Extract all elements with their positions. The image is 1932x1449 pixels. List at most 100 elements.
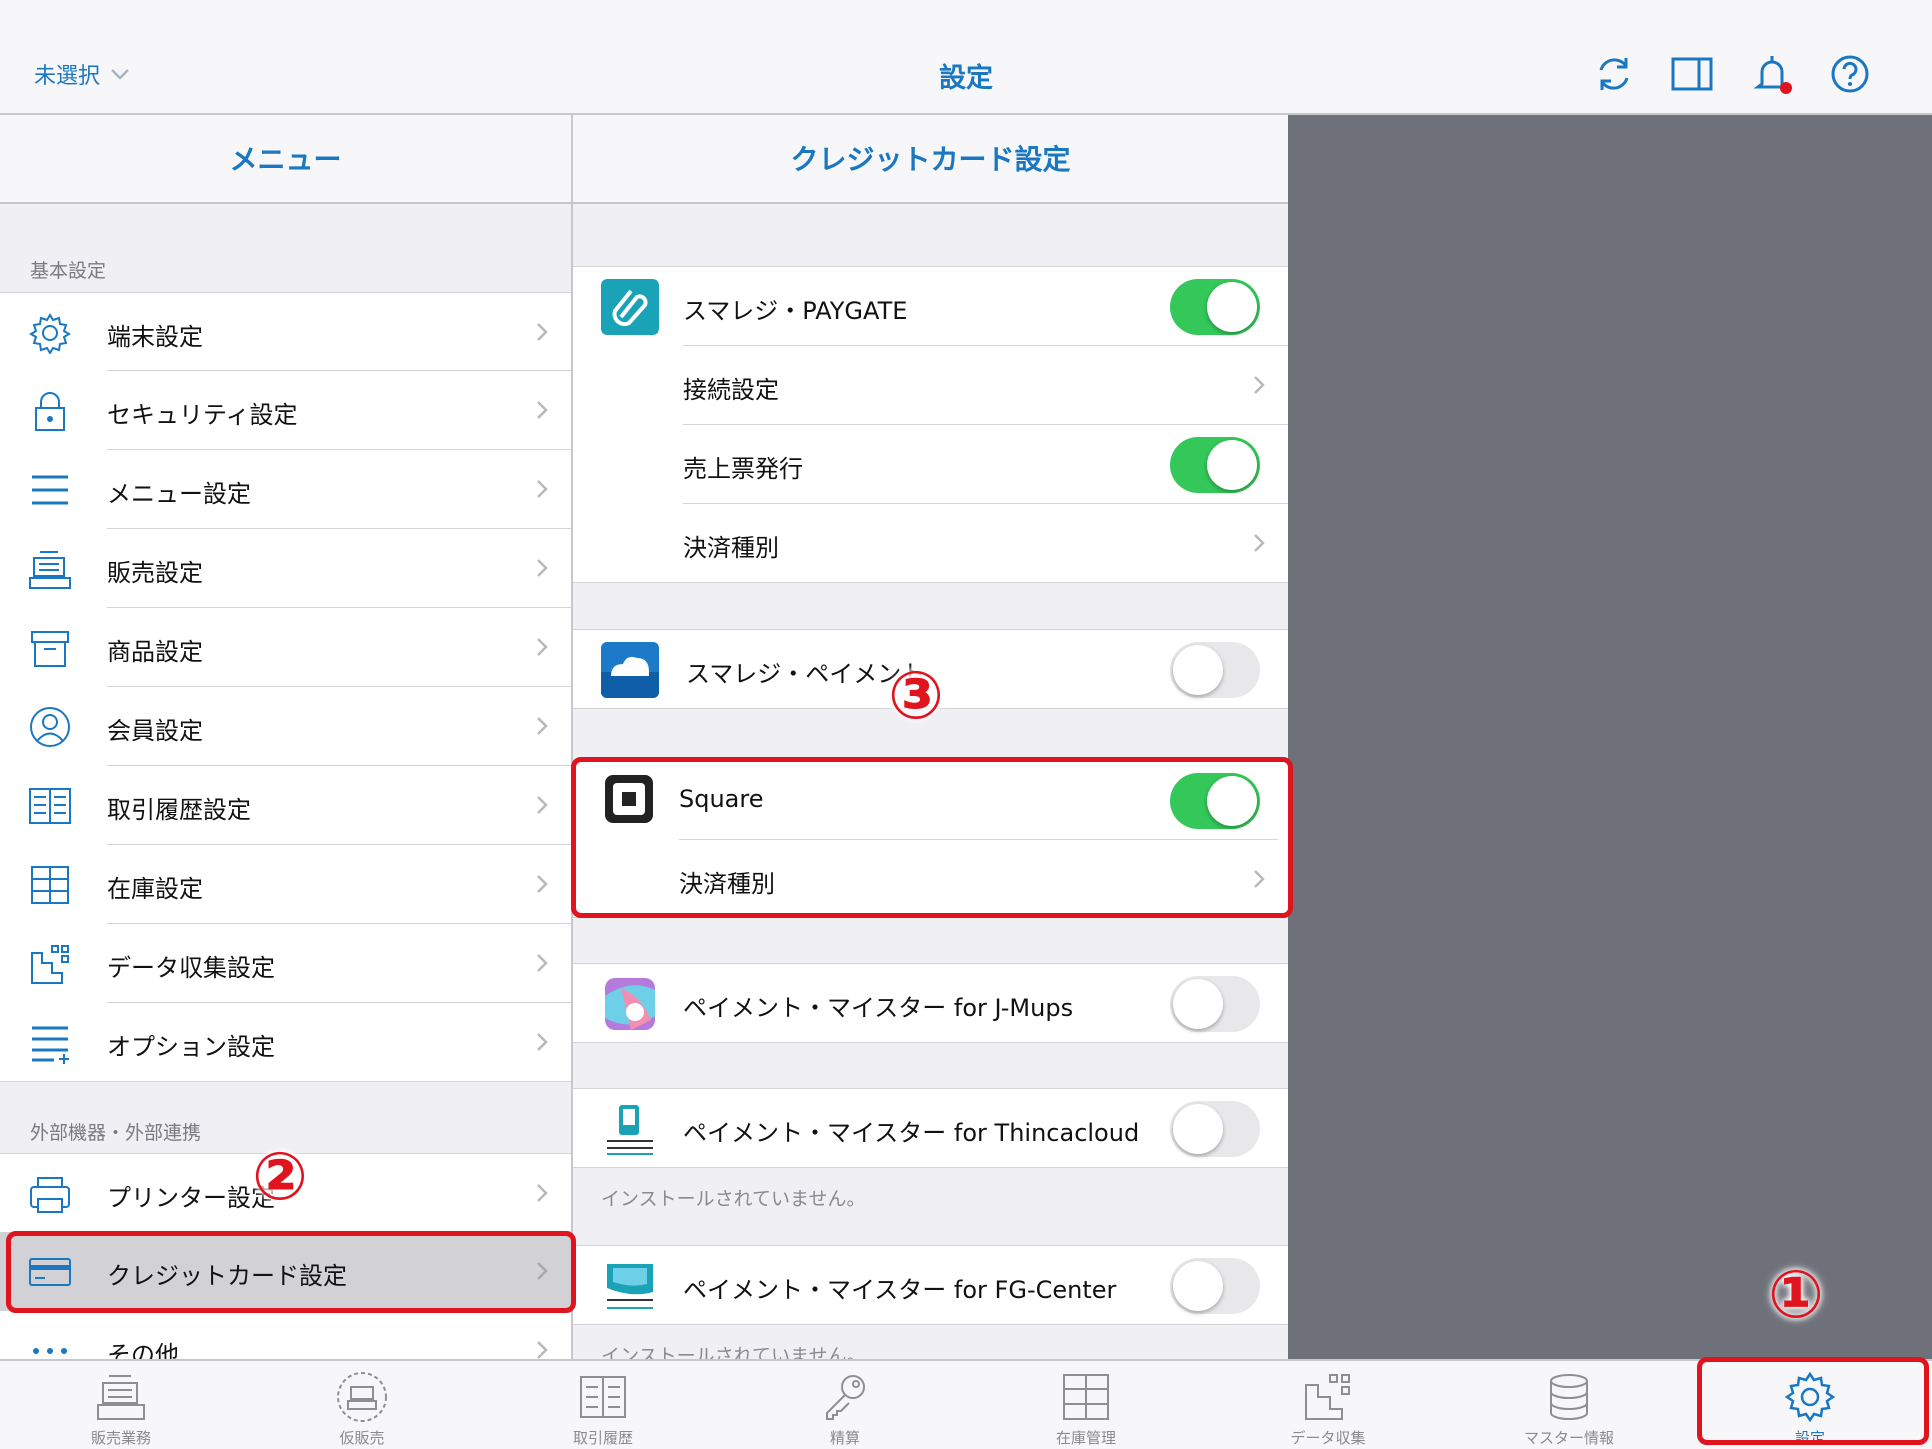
smaregi-payment-toggle[interactable]	[1170, 642, 1260, 698]
menu-lines-icon	[32, 475, 68, 505]
credit-card-title: クレジットカード設定	[573, 115, 1288, 204]
options-icon	[32, 1026, 69, 1064]
bell-icon[interactable]	[1750, 52, 1794, 96]
paygate-label: スマレジ・PAYGATE	[683, 297, 908, 325]
menu-item-history[interactable]: 取引履歴設定	[0, 766, 571, 845]
paygate-toggle[interactable]	[1170, 279, 1260, 335]
paygate-payment-type-row[interactable]: 決済種別	[573, 504, 1288, 583]
tab-stock[interactable]: 在庫管理	[986, 1361, 1186, 1449]
menu-item-label: メニュー設定	[107, 480, 251, 508]
tab-history[interactable]: 取引履歴	[503, 1361, 703, 1449]
menu-item-label: 取引履歴設定	[107, 796, 251, 824]
fg-toggle[interactable]	[1170, 1258, 1260, 1314]
tab-data[interactable]: データ収集	[1228, 1361, 1428, 1449]
annotation-badge-3: ③	[888, 657, 944, 734]
section-external-label: 外部機器・外部連携	[30, 1122, 202, 1144]
split-view-icon[interactable]	[1670, 52, 1714, 96]
menu-item-product[interactable]: 商品設定	[0, 608, 571, 687]
paygate-receipt-label: 売上票発行	[683, 455, 803, 483]
menu-item-label: 在庫設定	[107, 875, 203, 903]
highlight-settings-tab	[1697, 1357, 1929, 1445]
chevron-right-icon	[537, 559, 548, 577]
paygate-receipt-row: 売上票発行	[573, 425, 1288, 504]
jmups-row: ペイメント・マイスター for J-Mups	[573, 964, 1288, 1043]
chevron-right-icon	[1254, 376, 1265, 394]
menu-item-member[interactable]: 会員設定	[0, 687, 571, 766]
detail-panel	[1288, 115, 1932, 1359]
tab-temp-sales[interactable]: 仮販売	[262, 1361, 462, 1449]
menu-item-label: 販売設定	[107, 559, 203, 587]
menu-item-data[interactable]: データ収集設定	[0, 924, 571, 1003]
tab-sales[interactable]: 販売業務	[21, 1361, 221, 1449]
menu-item-options[interactable]: オプション設定	[0, 1003, 571, 1082]
gear-icon	[29, 313, 71, 354]
annotation-badge-2: ②	[252, 1138, 308, 1215]
paygate-payment-type-label: 決済種別	[683, 534, 779, 562]
thinca-not-installed-note: インストールされていません。	[601, 1188, 866, 1210]
menu-item-menu[interactable]: メニュー設定	[0, 450, 571, 529]
chevron-right-icon	[537, 1033, 548, 1051]
page-title: 設定	[939, 63, 993, 94]
register-icon	[29, 551, 71, 589]
chevron-right-icon	[1254, 534, 1265, 552]
thinca-group: ペイメント・マイスター for Thincacloud	[573, 1088, 1288, 1168]
tab-master[interactable]: マスター情報	[1469, 1361, 1669, 1449]
fg-logo-icon	[601, 1258, 659, 1314]
printer-icon	[30, 1177, 70, 1213]
menu-item-label: その他	[107, 1341, 179, 1359]
menu-item-terminal[interactable]: 端末設定	[0, 292, 571, 371]
chevron-right-icon	[537, 638, 548, 656]
screen: 未選択 設定 メニュー 基本設定 端末設定 セキュリティ設定 メニュー設定 販売…	[0, 0, 1932, 1449]
highlight-credit-card-menu	[6, 1231, 576, 1313]
tab-label: 在庫管理	[1055, 1429, 1116, 1447]
tab-label: データ収集	[1290, 1429, 1366, 1447]
smaregi-payment-logo-icon	[601, 642, 659, 698]
menu-item-label: データ収集設定	[107, 954, 275, 982]
jmups-group: ペイメント・マイスター for J-Mups	[573, 963, 1288, 1043]
fg-label: ペイメント・マイスター for FG-Center	[683, 1276, 1117, 1304]
book-icon	[29, 788, 71, 824]
paygate-receipt-toggle[interactable]	[1170, 437, 1260, 493]
menu-item-sales[interactable]: 販売設定	[0, 529, 571, 608]
menu-item-label: オプション設定	[107, 1033, 275, 1061]
data-icon	[31, 945, 69, 984]
chevron-right-icon	[537, 1184, 548, 1202]
thinca-toggle[interactable]	[1170, 1101, 1260, 1157]
tab-label: マスター情報	[1523, 1429, 1614, 1447]
menu-title: メニュー	[0, 115, 571, 204]
thinca-logo-icon	[601, 1101, 659, 1157]
menu-item-other[interactable]: その他	[0, 1311, 571, 1359]
menu-item-security[interactable]: セキュリティ設定	[0, 371, 571, 450]
annotation-badge-1: ①	[1768, 1256, 1824, 1333]
paygate-logo-icon	[601, 279, 659, 335]
key-icon	[826, 1375, 865, 1420]
section-basic-label: 基本設定	[30, 260, 107, 282]
chevron-right-icon	[537, 323, 548, 341]
chevron-right-icon	[537, 480, 548, 498]
cabinet-icon	[31, 866, 69, 904]
cabinet-icon	[1063, 1374, 1109, 1420]
help-icon[interactable]	[1828, 52, 1872, 96]
paygate-connection-label: 接続設定	[683, 376, 779, 404]
fg-not-installed-note: インストールされていません。	[601, 1345, 866, 1359]
temp-register-icon	[337, 1372, 387, 1422]
sync-icon[interactable]	[1592, 52, 1636, 96]
paygate-row: スマレジ・PAYGATE	[573, 267, 1288, 346]
chevron-right-icon	[537, 401, 548, 419]
fg-row: ペイメント・マイスター for FG-Center	[573, 1246, 1288, 1325]
tab-label: 精算	[829, 1429, 860, 1447]
tab-settlement[interactable]: 精算	[745, 1361, 945, 1449]
lock-icon	[35, 392, 65, 431]
paygate-connection-row[interactable]: 接続設定	[573, 346, 1288, 425]
box-icon	[31, 631, 69, 667]
jmups-toggle[interactable]	[1170, 976, 1260, 1032]
highlight-square-group	[571, 757, 1293, 918]
menu-item-stock[interactable]: 在庫設定	[0, 845, 571, 924]
menu-item-label: 商品設定	[107, 638, 203, 666]
jmups-label: ペイメント・マイスター for J-Mups	[683, 994, 1074, 1022]
tab-label: 販売業務	[90, 1429, 151, 1447]
database-icon	[1550, 1374, 1588, 1420]
menu-item-label: 会員設定	[107, 717, 203, 745]
chevron-right-icon	[537, 796, 548, 814]
chevron-right-icon	[537, 875, 548, 893]
